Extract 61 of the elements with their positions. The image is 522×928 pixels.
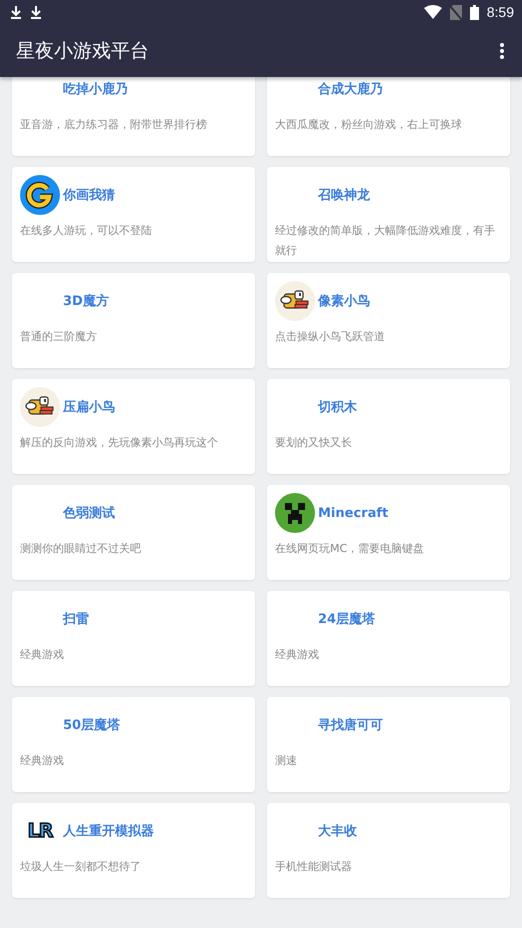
game-card[interactable]: 召唤神龙 经过修改的简单版，大幅降低游戏难度，有手就行 <box>267 167 510 262</box>
creeper-icon <box>275 493 315 533</box>
game-description: 经过修改的简单版，大幅降低游戏难度，有手就行 <box>275 223 496 259</box>
game-description: 要划的又快又长 <box>275 435 353 451</box>
menu-icon <box>500 42 504 58</box>
game-title: 召唤神龙 <box>318 187 370 204</box>
game-title: 切积木 <box>318 399 357 416</box>
game-card[interactable]: Minecraft 在线网页玩MC，需要电脑键盘 <box>267 485 510 580</box>
game-title: 50层魔塔 <box>63 716 120 734</box>
no-sim-icon <box>450 4 462 20</box>
status-time: 8:59 <box>486 4 514 20</box>
game-card[interactable]: 50层魔塔 经典游戏 <box>12 697 255 792</box>
download-icon <box>30 5 42 19</box>
game-card[interactable]: 大丰收 手机性能测试器 <box>267 803 510 898</box>
game-title: 人生重开模拟器 <box>63 822 154 840</box>
battery-icon <box>470 4 479 20</box>
lr-logo: LR <box>28 822 52 840</box>
game-title: 你画我猜 <box>63 187 115 204</box>
wifi-icon <box>424 5 442 19</box>
game-card[interactable]: 3D魔方 普通的三阶魔方 <box>12 273 255 368</box>
game-description: 经典游戏 <box>275 647 320 663</box>
game-card[interactable]: 吃掉小鹿乃 亚音游，底力练习器，附带世界排行榜 <box>12 77 255 156</box>
game-title: 24层魔塔 <box>318 610 376 628</box>
game-description: 在线网页玩MC，需要电脑键盘 <box>275 541 426 557</box>
game-card[interactable]: 压扁小鸟 解压的反向游戏，先玩像素小鸟再玩这个 <box>12 379 255 474</box>
game-description: 大西瓜魔改，粉丝向游戏，右上可换球 <box>275 117 463 133</box>
game-card[interactable]: 色弱测试 测测你的眼睛过不过关吧 <box>12 485 255 580</box>
game-title: 寻找唐可可 <box>318 716 383 734</box>
g-logo-icon <box>20 175 60 215</box>
game-card[interactable]: 切积木 要划的又快又长 <box>267 379 510 474</box>
game-card[interactable]: 像素小鸟 点击操纵小鸟飞跃管道 <box>267 273 510 368</box>
game-title: 吃掉小鹿乃 <box>63 80 128 98</box>
game-description: 在线多人游玩，可以不登陆 <box>20 223 153 239</box>
game-card[interactable]: LR 人生重开模拟器 垃圾人生一刻都不想待了 <box>12 803 255 898</box>
game-description: 点击操纵小鸟飞跃管道 <box>275 329 386 345</box>
game-description: 亚音游，底力练习器，附带世界排行榜 <box>20 117 208 133</box>
game-card[interactable]: 寻找唐可可 测速 <box>267 697 510 792</box>
game-title: Minecraft <box>318 506 388 520</box>
game-title: 扫雷 <box>63 611 89 628</box>
game-description: 垃圾人生一刻都不想待了 <box>20 859 142 875</box>
bird-icon <box>275 281 315 321</box>
game-title: 大丰收 <box>318 823 357 840</box>
game-card[interactable]: 你画我猜 在线多人游玩，可以不登陆 <box>12 167 255 262</box>
game-title: 压扁小鸟 <box>63 398 115 416</box>
game-description: 经典游戏 <box>20 753 65 769</box>
app-title: 星夜小游戏平台 <box>16 38 150 64</box>
game-description: 手机性能测试器 <box>275 859 353 875</box>
game-card[interactable]: 24层魔塔 经典游戏 <box>267 591 510 686</box>
game-description: 经典游戏 <box>20 647 65 663</box>
download-icon <box>10 5 22 19</box>
game-title: 色弱测试 <box>63 505 115 522</box>
game-description: 测速 <box>275 753 298 769</box>
game-title: 合成大鹿乃 <box>318 80 383 98</box>
game-description: 解压的反向游戏，先玩像素小鸟再玩这个 <box>20 435 219 451</box>
bird-icon <box>20 387 60 427</box>
game-description: 测测你的眼睛过不过关吧 <box>20 541 142 557</box>
game-title: 3D魔方 <box>63 292 109 310</box>
game-card[interactable]: 扫雷 经典游戏 <box>12 591 255 686</box>
game-card[interactable]: 合成大鹿乃 大西瓜魔改，粉丝向游戏，右上可换球 <box>267 77 510 156</box>
game-description: 普通的三阶魔方 <box>20 329 98 345</box>
game-title: 像素小鸟 <box>318 292 370 310</box>
